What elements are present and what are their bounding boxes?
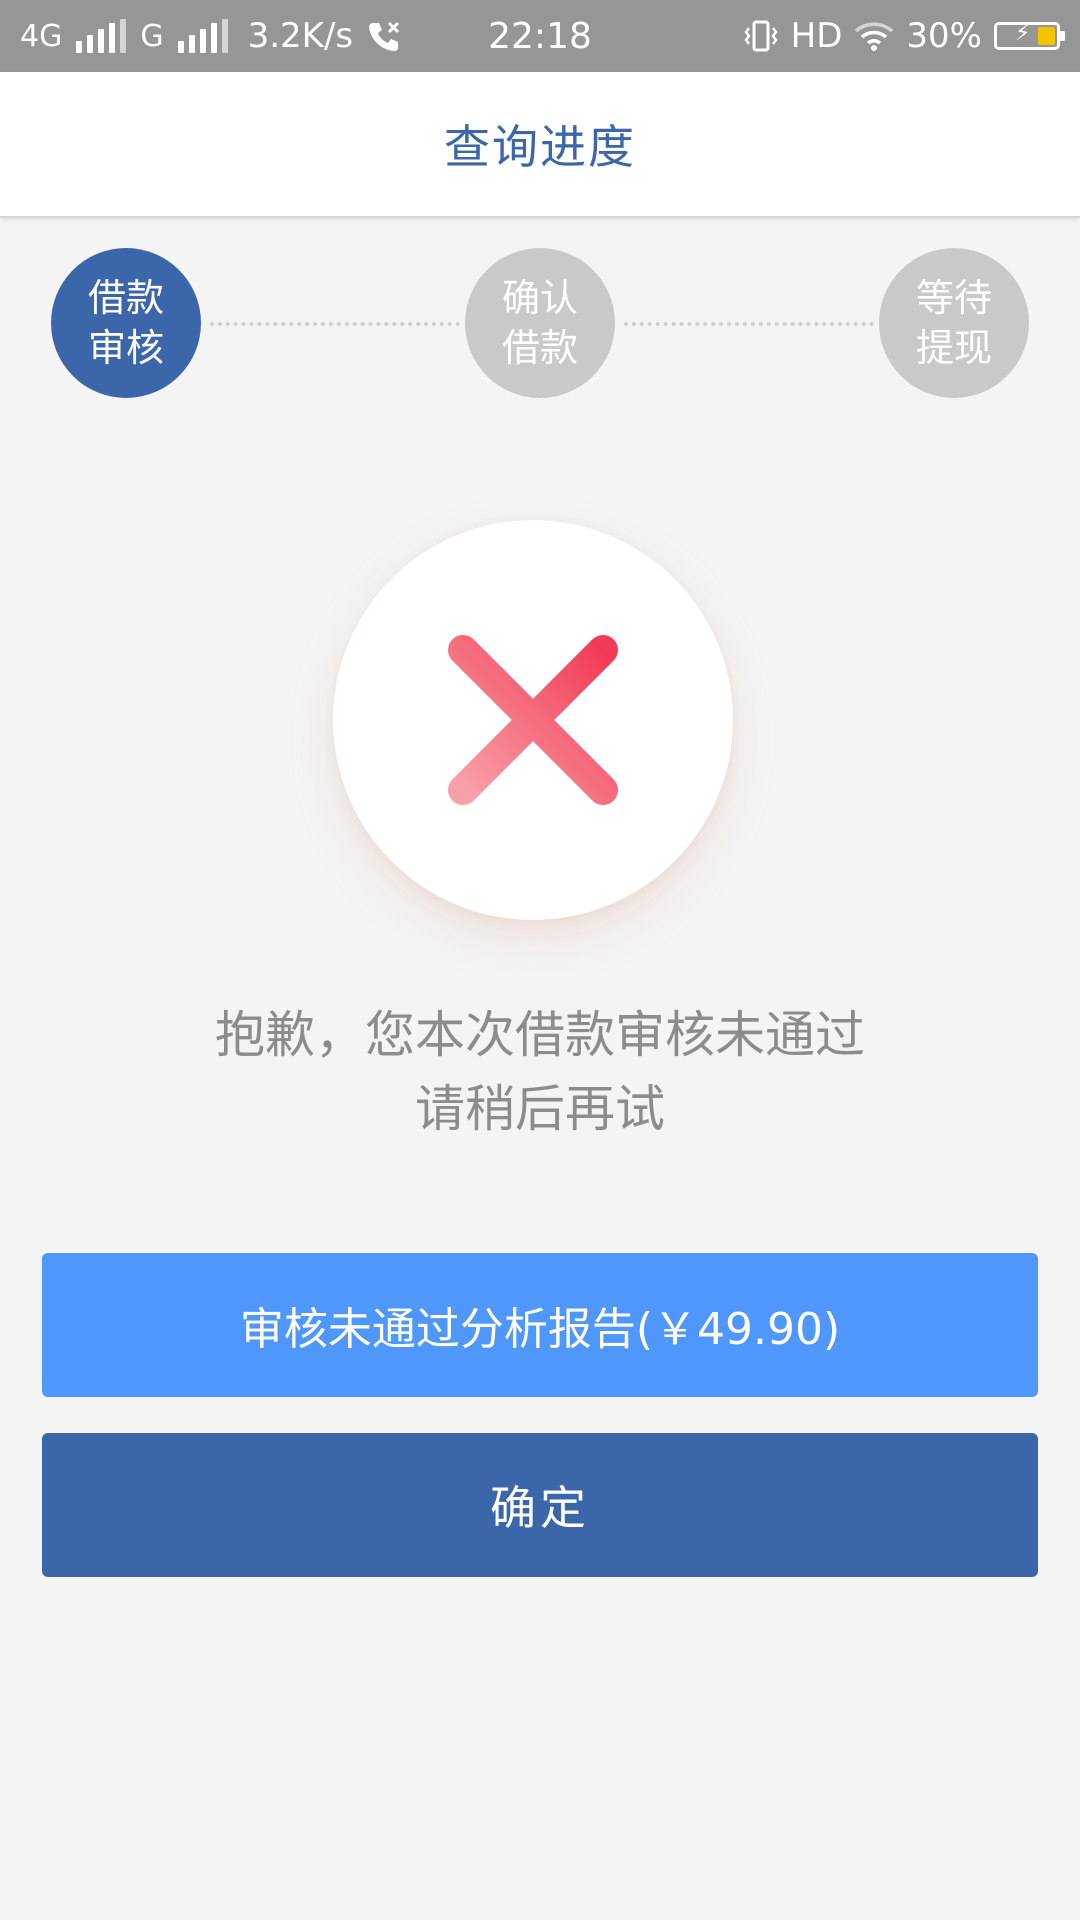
battery-percent: 30% [906,16,982,56]
step-label-line2: 提现 [915,326,992,370]
step-label-line2: 审核 [87,326,164,370]
step-label-line1: 等待 [915,276,992,320]
vibrate-icon [744,20,778,52]
signal-icon-2 [177,19,228,53]
step-loan-review: 借款 审核 [51,248,201,398]
step-label-line2: 借款 [501,326,578,370]
step-await-withdrawal: 等待 提现 [879,248,1029,398]
rejection-report-button[interactable]: 审核未通过分析报告(￥49.90) [42,1253,1038,1397]
result-message-line2: 请稍后再试 [415,1080,665,1138]
wifi-icon [855,22,894,51]
battery-level [1038,27,1055,45]
result-status-circle [333,520,733,920]
step-label-line1: 借款 [87,276,164,320]
status-bar-right: HD 30% ⚡ [743,16,1065,56]
battery-icon: ⚡ [994,21,1065,50]
progress-steps: 借款 审核 确认 借款 等待 提现 [0,248,1080,398]
step-connector-1 [210,322,460,326]
confirm-button[interactable]: 确定 [42,1433,1038,1577]
call-icon [369,21,400,51]
network-speed: 3.2K/s [247,16,354,56]
status-bar: 4G G 3.2K/s 22:18 HD 30% ⚡ [0,0,1080,72]
step-connector-2 [624,322,874,326]
signal-icon-1 [76,19,127,53]
step-label-line1: 确认 [501,276,578,320]
hd-indicator: HD [790,16,843,56]
result-message-line1: 抱歉，您本次借款审核未通过 [215,1006,865,1064]
network-type-1: 4G [20,18,63,54]
network-type-2: G [140,18,164,54]
status-bar-left: 4G G 3.2K/s [20,16,401,56]
charging-icon: ⚡ [1015,21,1031,46]
page-title: 查询进度 [444,120,636,174]
result-message: 抱歉，您本次借款审核未通过 请稍后再试 [0,998,1080,1146]
close-icon [448,635,618,805]
step-confirm-loan: 确认 借款 [465,248,615,398]
header-bar: 查询进度 [0,72,1080,218]
